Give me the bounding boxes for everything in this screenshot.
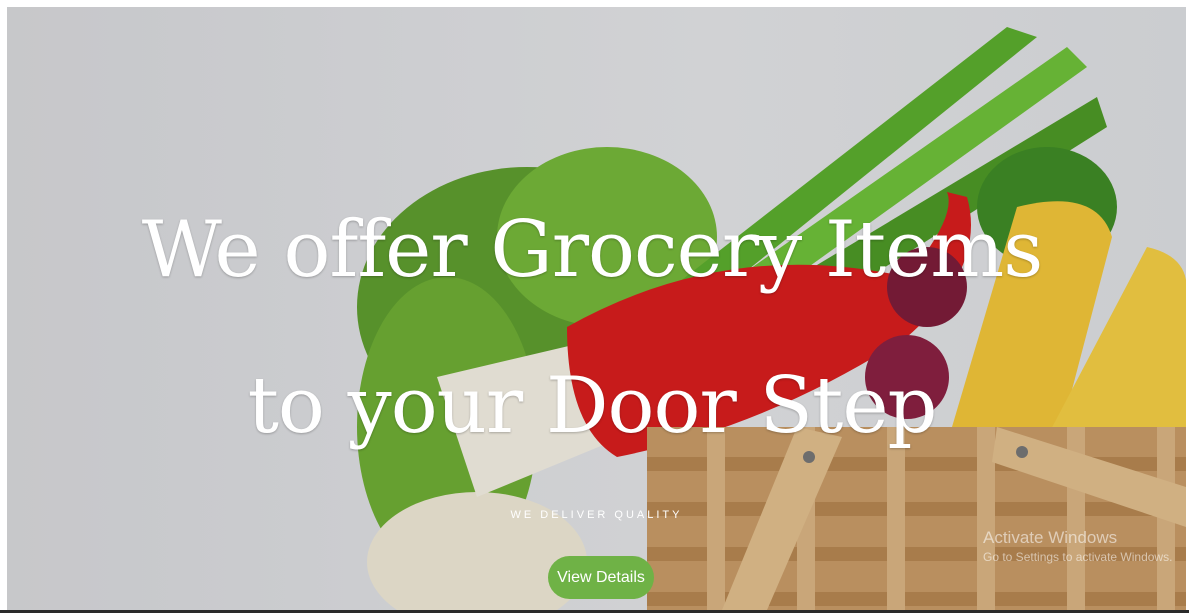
activate-windows-watermark: Activate Windows Go to Settings to activ… [983,527,1172,565]
view-details-button[interactable]: View Details [548,556,654,599]
hero-tagline: WE DELIVER QUALITY [510,509,683,521]
watermark-subtitle: Go to Settings to activate Windows. [983,550,1173,564]
hero-headline: We offer Grocery Items to your Door Step [141,205,1044,451]
hero-banner: We offer Grocery Items to your Door Step… [7,7,1186,610]
watermark-title: Activate Windows [983,528,1118,547]
